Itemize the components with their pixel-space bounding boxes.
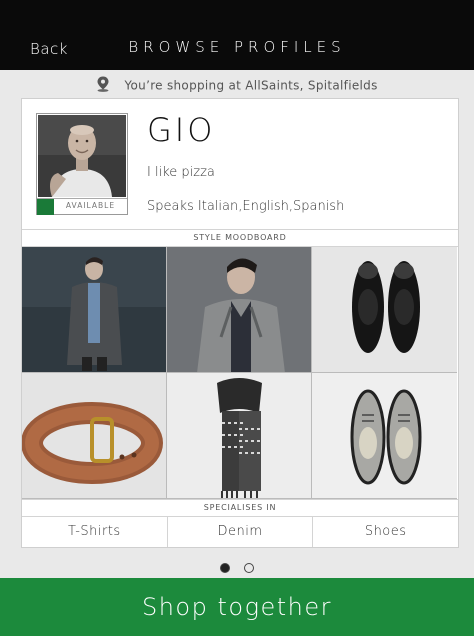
moodboard-black-brogues[interactable] (312, 247, 457, 373)
page-dot-1[interactable] (220, 563, 231, 573)
availability-label: AVAILABLE (65, 201, 116, 210)
moodboard-grey-coat-outfit[interactable] (22, 247, 167, 373)
moodboard-heading: STYLE MOODBOARD (22, 229, 458, 247)
moodboard-brown-belt[interactable] (22, 373, 167, 499)
availability-status-swatch (37, 199, 54, 215)
location-text: You’re shopping at AllSaints, Spitalfiel… (124, 78, 378, 93)
map-pin-icon (96, 76, 110, 95)
moodboard-leather-jacket-outfit[interactable] (167, 247, 312, 373)
profile-card: AVAILABLE GIO I like pizza Speaks Italia… (21, 98, 459, 548)
profile-languages: Speaks Italian,English,Spanish (147, 199, 345, 214)
profile-photo-frame: AVAILABLE (36, 113, 128, 215)
specialises-heading: SPECIALISES IN (22, 499, 458, 517)
specialty-shoes[interactable]: Shoes (313, 517, 458, 547)
page-indicator (0, 558, 474, 577)
specialty-tshirts[interactable]: T-Shirts (22, 517, 168, 547)
page-title: BROWSE PROFILES (128, 38, 346, 56)
shop-together-button[interactable]: Shop together (0, 578, 474, 636)
specialties-list: T-Shirts Denim Shoes (22, 517, 458, 547)
style-moodboard-grid (22, 247, 458, 499)
specialty-denim[interactable]: Denim (168, 517, 314, 547)
top-bar: Back BROWSE PROFILES (0, 0, 474, 70)
location-banner: You’re shopping at AllSaints, Spitalfiel… (0, 76, 474, 98)
moodboard-knit-scarf[interactable] (167, 373, 312, 499)
avatar (38, 115, 126, 197)
profile-tagline: I like pizza (147, 165, 215, 180)
availability-badge: AVAILABLE (37, 198, 127, 215)
moodboard-grey-brogues[interactable] (312, 373, 457, 499)
profile-name: GIO (147, 111, 216, 149)
page-dot-2[interactable] (243, 563, 254, 573)
